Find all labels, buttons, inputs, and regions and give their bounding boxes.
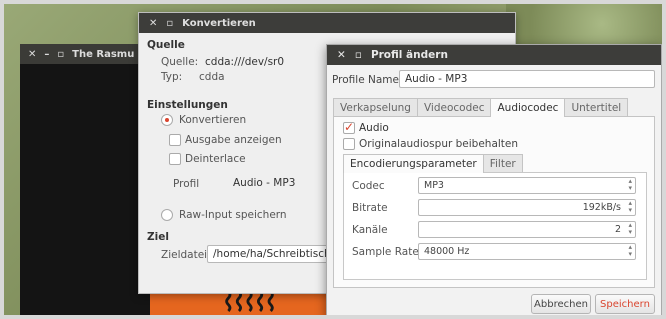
- maximize-icon[interactable]: ▫: [166, 18, 173, 29]
- close-icon[interactable]: ✕: [28, 49, 36, 60]
- original-audio-checkbox[interactable]: [343, 138, 355, 150]
- encoding-subtabs: Encodierungsparameter Filter: [343, 154, 523, 173]
- audio-checkbox-label: Audio: [359, 122, 389, 134]
- tab-verkapselung[interactable]: Verkapselung: [333, 98, 418, 116]
- profil-titlebar: ✕ ▫ Profil ändern: [327, 45, 661, 65]
- typ-label: Typ:: [161, 71, 183, 83]
- bitrate-value: 192kB/s: [582, 202, 621, 213]
- raw-input-label: Raw-Input speichern: [179, 209, 287, 221]
- tab-videocodec[interactable]: Videocodec: [416, 98, 492, 116]
- spin-arrows-icon: ▴ ▾: [628, 243, 632, 258]
- kanaele-spinbox[interactable]: 2 ▴ ▾: [418, 221, 636, 238]
- media-player-title: The Rasmu: [72, 48, 135, 60]
- raw-input-radio[interactable]: [161, 209, 173, 221]
- tab-filter[interactable]: Filter: [482, 154, 523, 172]
- tab-audiocodec[interactable]: Audiocodec: [490, 98, 566, 117]
- ziel-heading: Ziel: [147, 231, 169, 243]
- kanaele-value: 2: [614, 224, 621, 235]
- bitrate-label: Bitrate: [352, 202, 388, 214]
- profile-name-input[interactable]: Audio - MP3: [399, 70, 655, 88]
- ausgabe-anzeigen-label: Ausgabe anzeigen: [185, 134, 282, 146]
- maximize-icon[interactable]: ▫: [355, 49, 362, 61]
- profil-title: Profil ändern: [370, 49, 448, 61]
- konvertieren-radio[interactable]: [161, 114, 173, 126]
- audio-checkbox[interactable]: [343, 120, 355, 134]
- quelle-label: Quelle:: [161, 56, 199, 68]
- kanaele-label: Kanäle: [352, 224, 388, 236]
- codec-label: Codec: [352, 180, 385, 192]
- sample-rate-value: 48000 Hz: [424, 246, 470, 257]
- einstellungen-heading: Einstellungen: [147, 99, 228, 111]
- close-icon[interactable]: ✕: [337, 49, 346, 61]
- sample-rate-label: Sample Rate: [352, 246, 419, 258]
- quelle-heading: Quelle: [147, 39, 185, 51]
- cancel-button[interactable]: Abbrechen: [531, 294, 591, 314]
- deinterlace-label: Deinterlace: [185, 153, 246, 165]
- audiocodec-panel: Audio Originalaudiospur beibehalten Enco…: [333, 116, 655, 288]
- maximize-icon[interactable]: ▫: [57, 49, 64, 60]
- deinterlace-checkbox[interactable]: [169, 153, 181, 165]
- tab-untertitel[interactable]: Untertitel: [564, 98, 629, 116]
- konvertieren-title: Konvertieren: [182, 17, 256, 29]
- profil-tabs: Verkapselung Videocodec Audiocodec Unter…: [333, 98, 629, 117]
- encoding-panel: Codec MP3 ▴ ▾ Bitrate 192kB/s ▴ ▾ Kanäle 2…: [343, 172, 647, 280]
- konvertieren-titlebar: ✕ ▫ Konvertieren: [139, 13, 515, 33]
- close-icon[interactable]: ✕: [149, 18, 157, 29]
- zieldatei-input[interactable]: /home/ha/Schreibtisch/s: [207, 245, 329, 263]
- bitrate-spinbox[interactable]: 192kB/s ▴ ▾: [418, 199, 636, 216]
- tab-encodierungsparameter[interactable]: Encodierungsparameter: [343, 154, 484, 173]
- ausgabe-anzeigen-checkbox[interactable]: [169, 134, 181, 146]
- codec-select[interactable]: MP3 ▴ ▾: [418, 177, 636, 194]
- sample-rate-select[interactable]: 48000 Hz ▴ ▾: [418, 243, 636, 260]
- codec-value: MP3: [424, 180, 444, 191]
- profil-select[interactable]: Audio - MP3: [227, 174, 337, 192]
- spin-arrows-icon[interactable]: ▴ ▾: [628, 200, 632, 214]
- profil-label: Profil: [173, 178, 200, 190]
- quelle-value[interactable]: cdda:///dev/sr0: [199, 53, 339, 71]
- profile-name-label: Profile Name: [332, 74, 399, 86]
- spin-arrows-icon[interactable]: ▴ ▾: [628, 222, 632, 236]
- typ-value: cdda: [199, 71, 225, 83]
- profil-aendern-dialog: ✕ ▫ Profil ändern Profile Name Audio - M…: [326, 44, 662, 317]
- original-audio-label: Originalaudiospur beibehalten: [359, 138, 519, 150]
- konvertieren-radio-label: Konvertieren: [179, 114, 247, 126]
- zieldatei-label: Zieldatei:: [161, 249, 211, 261]
- spin-arrows-icon: ▴ ▾: [628, 177, 632, 192]
- minimize-icon[interactable]: –: [44, 49, 49, 60]
- save-button[interactable]: Speichern: [595, 294, 655, 314]
